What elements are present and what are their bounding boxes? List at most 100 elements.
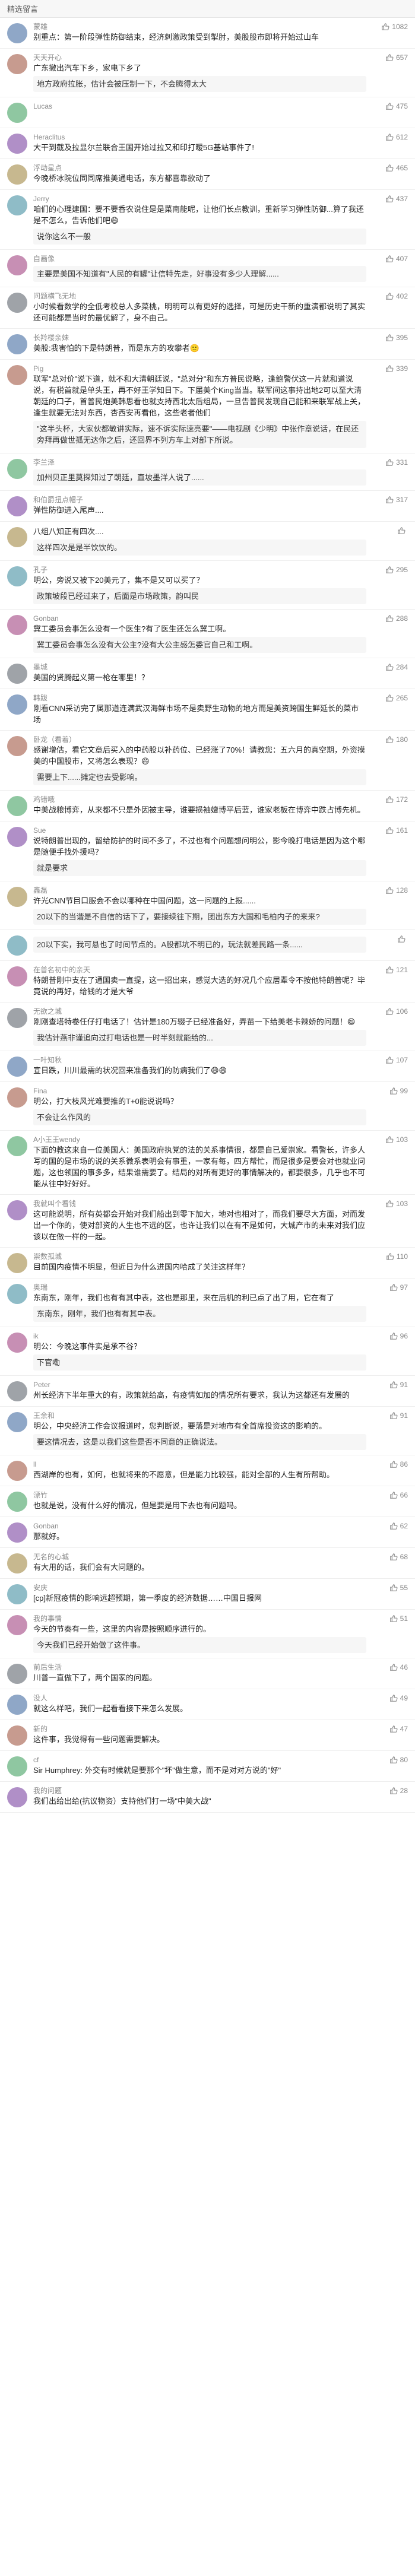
avatar[interactable] <box>7 1284 27 1304</box>
like-button[interactable]: 395 <box>385 334 408 342</box>
like-button[interactable]: 402 <box>385 292 408 300</box>
comment-username[interactable]: 漂竹 <box>33 1490 366 1500</box>
like-button[interactable]: 407 <box>385 255 408 263</box>
comment-username[interactable]: 孔子 <box>33 565 366 575</box>
like-button[interactable]: 288 <box>385 614 408 623</box>
avatar[interactable] <box>7 134 27 154</box>
comment-username[interactable]: 李兰泽 <box>33 458 366 467</box>
like-button[interactable]: 465 <box>385 164 408 172</box>
comment-username[interactable]: ik <box>33 1331 366 1341</box>
avatar[interactable] <box>7 966 27 986</box>
avatar[interactable] <box>7 195 27 215</box>
like-button[interactable]: 97 <box>389 1283 408 1292</box>
like-button[interactable]: 51 <box>389 1614 408 1623</box>
like-button[interactable]: 121 <box>385 966 408 974</box>
like-button[interactable]: 68 <box>389 1553 408 1561</box>
comment-username[interactable]: 天天开心 <box>33 53 366 62</box>
like-button[interactable]: 180 <box>385 735 408 744</box>
comment-username[interactable]: 安庆 <box>33 1583 366 1592</box>
comment-username[interactable]: 自画像 <box>33 254 366 264</box>
like-button[interactable]: 91 <box>389 1411 408 1420</box>
avatar[interactable] <box>7 1787 27 1807</box>
avatar[interactable] <box>7 1087 27 1108</box>
comment-username[interactable]: 我的问题 <box>33 1786 366 1795</box>
like-button[interactable]: 106 <box>385 1007 408 1016</box>
like-button[interactable]: 265 <box>385 694 408 702</box>
like-button[interactable]: 47 <box>389 1725 408 1733</box>
avatar[interactable] <box>7 1553 27 1573</box>
avatar[interactable] <box>7 334 27 354</box>
comment-username[interactable]: ll <box>33 1460 366 1469</box>
like-button[interactable]: 475 <box>385 102 408 110</box>
comment-username[interactable]: 我的事情 <box>33 1614 366 1623</box>
like-button[interactable]: 107 <box>385 1056 408 1064</box>
comment-username[interactable]: 和伯爵扭点帽子 <box>33 495 366 505</box>
comment-username[interactable]: 蒙雄 <box>33 22 366 31</box>
like-button[interactable]: 128 <box>385 886 408 894</box>
comment-username[interactable]: 长羚楼亲妹 <box>33 333 366 342</box>
comment-username[interactable]: Lucas <box>33 101 366 111</box>
comment-username[interactable]: 鑫磊 <box>33 886 366 895</box>
avatar[interactable] <box>7 54 27 74</box>
like-button[interactable]: 62 <box>389 1522 408 1530</box>
like-button[interactable]: 49 <box>389 1694 408 1702</box>
avatar[interactable] <box>7 365 27 385</box>
comment-username[interactable]: 前后生活 <box>33 1663 366 1672</box>
avatar[interactable] <box>7 827 27 847</box>
avatar[interactable] <box>7 566 27 586</box>
comment-username[interactable]: Jerry <box>33 194 366 204</box>
like-button[interactable]: 612 <box>385 133 408 141</box>
avatar[interactable] <box>7 1492 27 1512</box>
avatar[interactable] <box>7 615 27 635</box>
avatar[interactable] <box>7 1008 27 1028</box>
comment-username[interactable]: Heraclitus <box>33 132 366 142</box>
like-button[interactable]: 437 <box>385 195 408 203</box>
avatar[interactable] <box>7 293 27 313</box>
like-button[interactable]: 339 <box>385 364 408 373</box>
avatar[interactable] <box>7 887 27 907</box>
like-button[interactable] <box>397 935 408 943</box>
avatar[interactable] <box>7 1664 27 1684</box>
comment-username[interactable]: 崇数孤城 <box>33 1252 366 1261</box>
comment-username[interactable]: 奥瑞 <box>33 1283 366 1292</box>
like-button[interactable]: 1082 <box>381 23 408 31</box>
avatar[interactable] <box>7 694 27 715</box>
like-button[interactable]: 66 <box>389 1491 408 1499</box>
comment-username[interactable]: 一叶知秋 <box>33 1055 366 1065</box>
avatar[interactable] <box>7 1057 27 1077</box>
like-button[interactable]: 28 <box>389 1787 408 1795</box>
like-button[interactable]: 161 <box>385 826 408 835</box>
like-button[interactable]: 172 <box>385 795 408 804</box>
avatar[interactable] <box>7 1333 27 1353</box>
comment-username[interactable]: Pig <box>33 364 366 373</box>
avatar[interactable] <box>7 255 27 275</box>
like-button[interactable]: 55 <box>389 1584 408 1592</box>
like-button[interactable]: 96 <box>389 1332 408 1340</box>
avatar[interactable] <box>7 1200 27 1220</box>
like-button[interactable]: 46 <box>389 1663 408 1671</box>
comment-username[interactable]: Sue <box>33 826 366 835</box>
avatar[interactable] <box>7 1461 27 1481</box>
comment-username[interactable]: A小王王wendy <box>33 1135 366 1144</box>
comment-username[interactable]: 没人 <box>33 1693 366 1703</box>
comment-username[interactable]: 韩跋 <box>33 693 366 703</box>
comment-username[interactable]: 无欲之城 <box>33 1007 366 1016</box>
avatar[interactable] <box>7 527 27 547</box>
comment-username[interactable]: 鸡错哦 <box>33 795 366 804</box>
comment-username[interactable]: 问题横飞无地 <box>33 291 366 301</box>
avatar[interactable] <box>7 1253 27 1273</box>
avatar[interactable] <box>7 1584 27 1604</box>
like-button[interactable]: 86 <box>389 1460 408 1468</box>
avatar[interactable] <box>7 23 27 43</box>
avatar[interactable] <box>7 1381 27 1401</box>
avatar[interactable] <box>7 496 27 516</box>
like-button[interactable]: 91 <box>389 1381 408 1389</box>
avatar[interactable] <box>7 459 27 479</box>
comment-username[interactable]: 王余和 <box>33 1411 366 1420</box>
avatar[interactable] <box>7 736 27 756</box>
like-button[interactable]: 295 <box>385 566 408 574</box>
avatar[interactable] <box>7 1695 27 1715</box>
comment-username[interactable]: Gonban <box>33 1521 366 1531</box>
like-button[interactable]: 103 <box>385 1200 408 1208</box>
avatar[interactable] <box>7 935 27 956</box>
